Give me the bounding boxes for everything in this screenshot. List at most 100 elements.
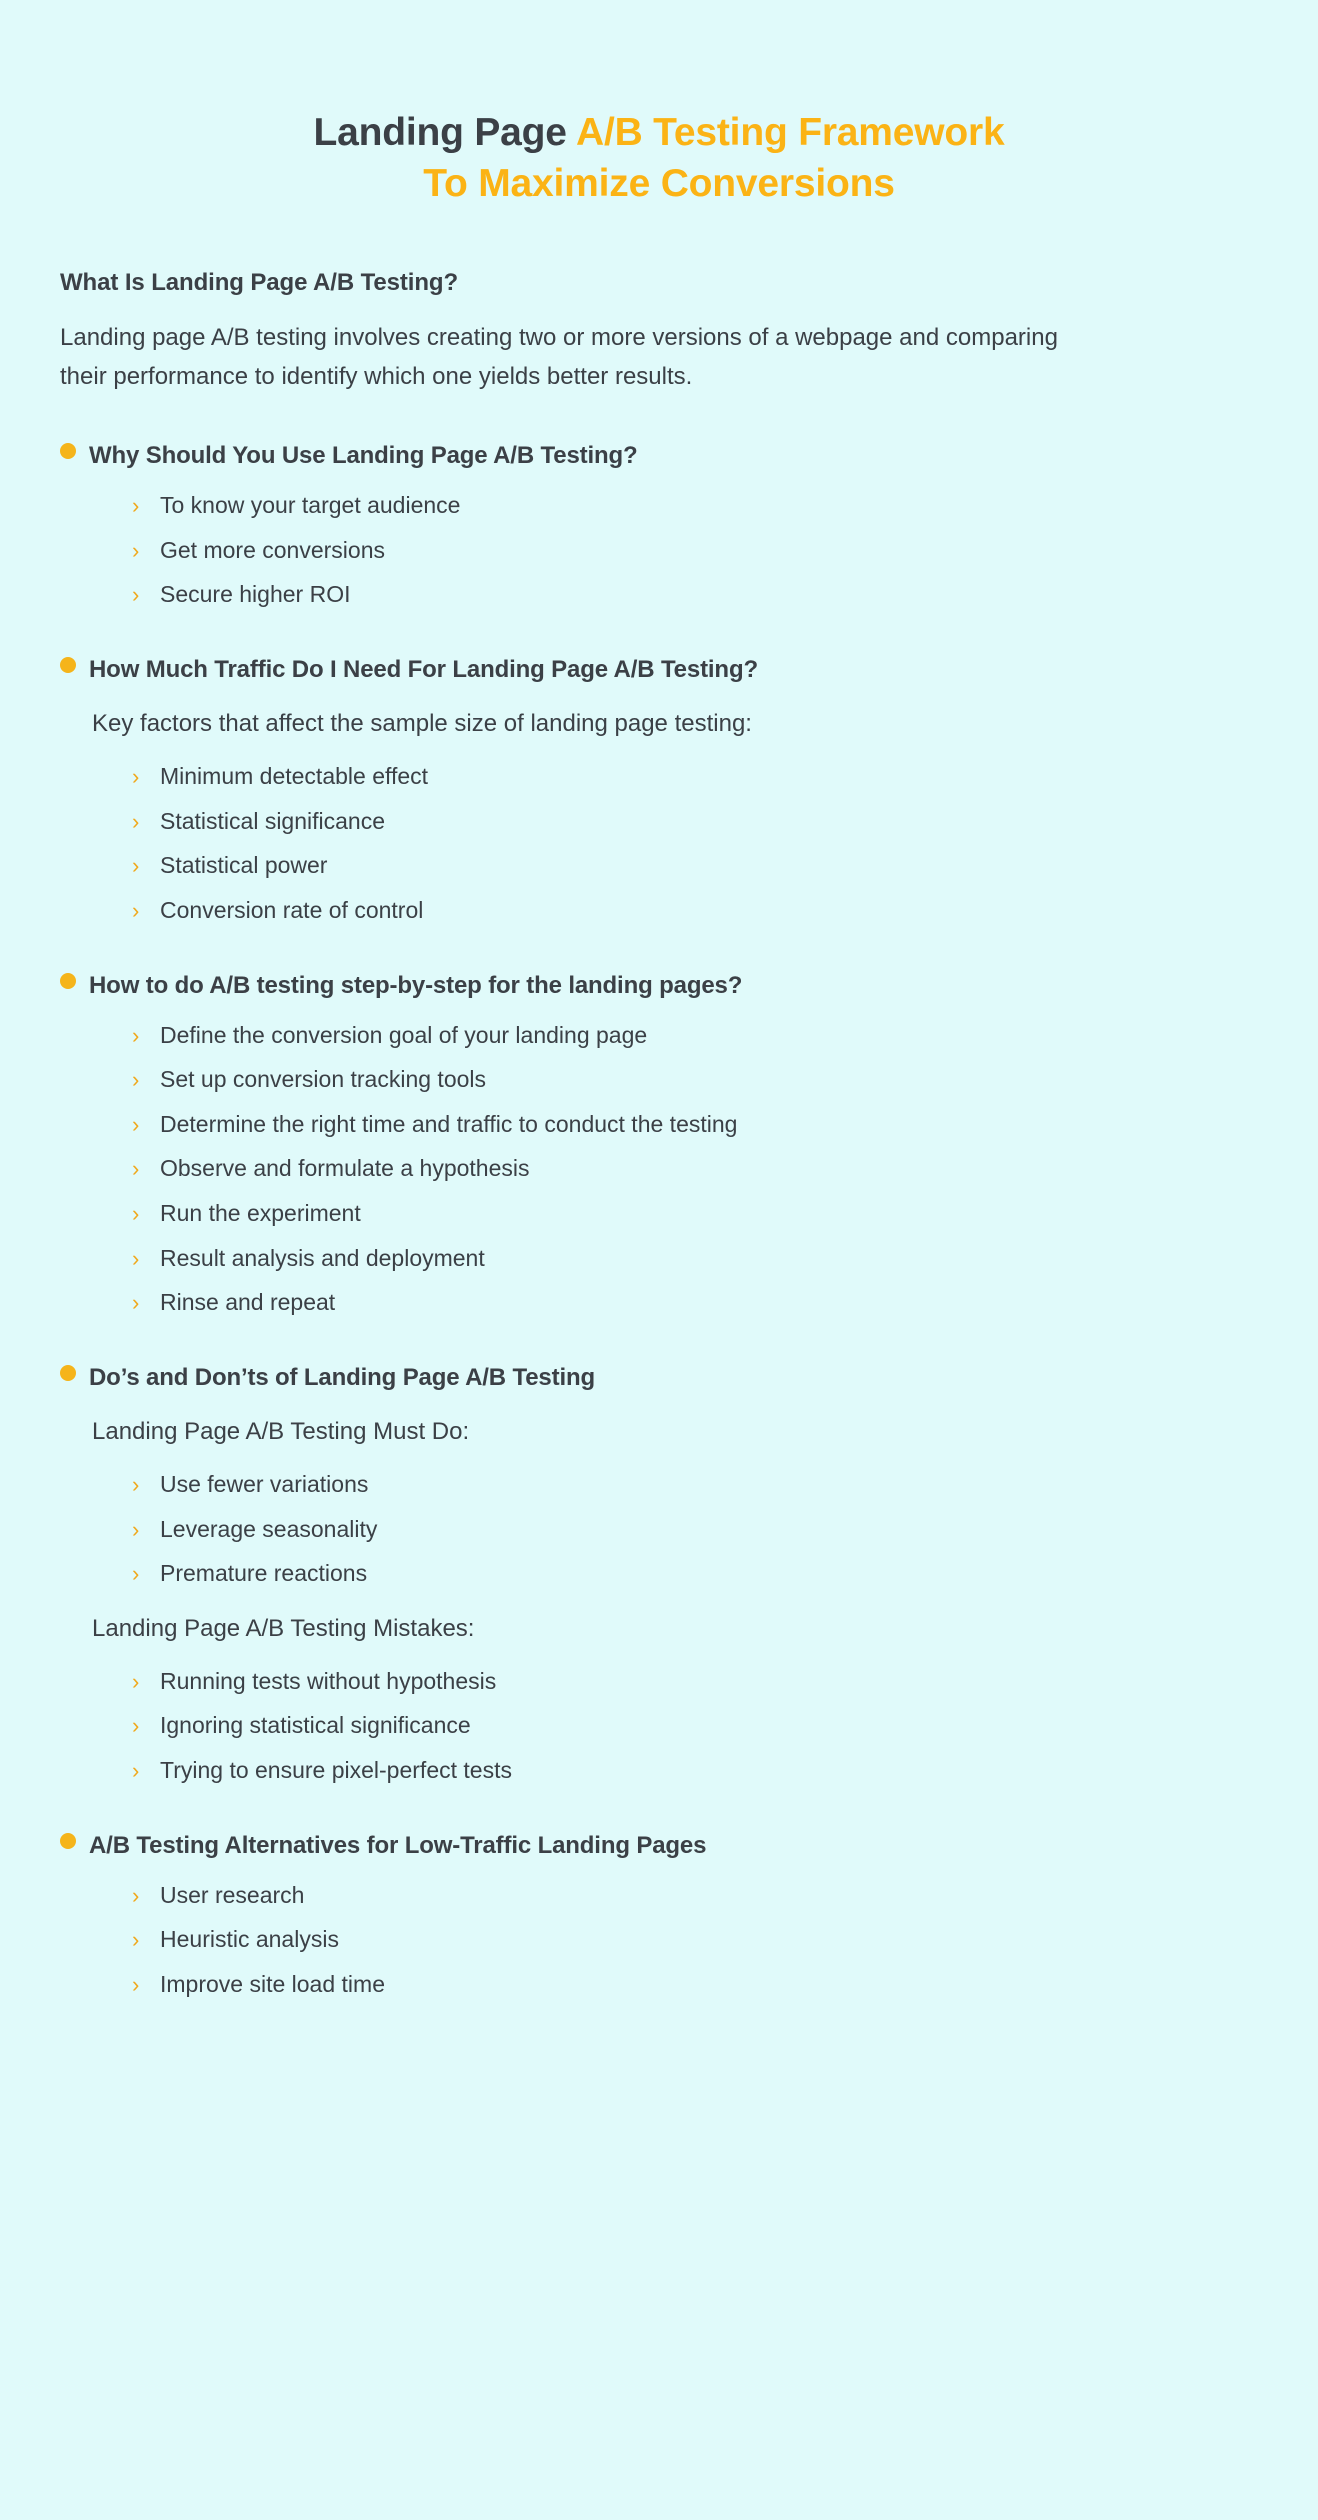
- list-item-label: Conversion rate of control: [160, 896, 424, 923]
- section-dos-and-donts: Do’s and Don’ts of Landing Page A/B Test…: [60, 1363, 1258, 1787]
- section-title: Do’s and Don’ts of Landing Page A/B Test…: [89, 1364, 595, 1392]
- list-item-label: Observe and formulate a hypothesis: [160, 1155, 530, 1182]
- chevron-right-icon: ›: [132, 1971, 140, 1997]
- chevron-right-icon: ›: [132, 1561, 140, 1587]
- chevron-right-icon: ›: [132, 537, 140, 563]
- chevron-right-icon: ›: [132, 1245, 140, 1271]
- list-item: › Statistical significance: [60, 805, 1258, 838]
- list-item: › To know your target audience: [60, 489, 1258, 522]
- list-item: › Improve site load time: [60, 1968, 1258, 2001]
- chevron-right-icon: ›: [132, 1668, 140, 1694]
- list-item-label: Minimum detectable effect: [160, 762, 429, 789]
- section-why-use: Why Should You Use Landing Page A/B Test…: [60, 441, 1258, 611]
- list-item-label: Running tests without hypothesis: [160, 1667, 497, 1694]
- section-title: How Much Traffic Do I Need For Landing P…: [89, 656, 758, 684]
- list-item-label: Statistical significance: [160, 807, 385, 834]
- chevron-right-icon: ›: [132, 808, 140, 834]
- section-note-mistakes: Landing Page A/B Testing Mistakes:: [92, 1614, 475, 1642]
- page-title: Landing Page A/B Testing Framework To Ma…: [0, 0, 1318, 209]
- title-part-accent: A/B Testing Framework: [575, 111, 1005, 154]
- list-item: › Rinse and repeat: [60, 1286, 1258, 1319]
- chevron-right-icon: ›: [132, 1290, 140, 1316]
- intro-paragraph: Landing page A/B testing involves creati…: [60, 324, 1058, 391]
- list-item-label: Statistical power: [160, 852, 328, 879]
- title-part-dark: Landing Page: [313, 111, 576, 154]
- bullet-dot-icon: [60, 657, 76, 674]
- bullet-dot-icon: [60, 1365, 76, 1382]
- chevron-right-icon: ›: [132, 1067, 140, 1093]
- chevron-right-icon: ›: [132, 1111, 140, 1137]
- list-item-label: Rinse and repeat: [160, 1289, 336, 1316]
- bullet-dot-icon: [60, 972, 76, 989]
- intro-block: What Is Landing Page A/B Testing? Landin…: [60, 269, 1258, 397]
- chevron-right-icon: ›: [132, 1156, 140, 1182]
- section-heading-row: How Much Traffic Do I Need For Landing P…: [60, 655, 1258, 685]
- chevron-right-icon: ›: [132, 1757, 140, 1783]
- list-item: › Determine the right time and traffic to…: [60, 1108, 1258, 1141]
- list-item: › Heuristic analysis: [60, 1923, 1258, 1956]
- section-item-list-must-do: › Use fewer variations › Leverage seasonal…: [60, 1468, 1258, 1590]
- list-item-label: Get more conversions: [160, 536, 385, 563]
- list-item-label: Heuristic analysis: [160, 1926, 339, 1953]
- section-item-list: › To know your target audience › Get more …: [60, 489, 1258, 611]
- section-note-must-do: Landing Page A/B Testing Must Do:: [92, 1418, 470, 1446]
- list-item-label: To know your target audience: [160, 492, 461, 519]
- bullet-dot-icon: [60, 1832, 76, 1849]
- list-item: › Premature reactions: [60, 1557, 1258, 1590]
- chevron-right-icon: ›: [132, 897, 140, 923]
- list-item: › Minimum detectable effect: [60, 760, 1258, 793]
- list-item: › Set up conversion tracking tools: [60, 1063, 1258, 1096]
- list-item: › Statistical power: [60, 849, 1258, 882]
- list-item: › Secure higher ROI: [60, 578, 1258, 611]
- content-body: What Is Landing Page A/B Testing? Landin…: [0, 269, 1318, 2000]
- list-item: › Trying to ensure pixel-perfect tests: [60, 1754, 1258, 1787]
- section-note: Key factors that affect the sample size …: [92, 710, 752, 738]
- list-item: › Get more conversions: [60, 534, 1258, 567]
- list-item-label: Premature reactions: [160, 1560, 368, 1587]
- list-item-label: Improve site load time: [160, 1970, 385, 1997]
- list-item-label: Determine the right time and traffic to …: [160, 1110, 738, 1137]
- title-line-1: Landing Page A/B Testing Framework: [0, 108, 1318, 159]
- section-item-list: › Define the conversion goal of your land…: [60, 1019, 1258, 1320]
- section-traffic-needed: How Much Traffic Do I Need For Landing P…: [60, 655, 1258, 926]
- section-heading-row: Why Should You Use Landing Page A/B Test…: [60, 441, 1258, 471]
- section-title: Why Should You Use Landing Page A/B Test…: [89, 442, 638, 470]
- section-alternatives: A/B Testing Alternatives for Low-Traffic…: [60, 1831, 1258, 2001]
- list-item: › Running tests without hypothesis: [60, 1665, 1258, 1698]
- title-line-2-text: To Maximize Conversions: [423, 161, 895, 205]
- section-heading-row: Do’s and Don’ts of Landing Page A/B Test…: [60, 1363, 1258, 1393]
- title-line-2: To Maximize Conversions: [0, 159, 1318, 210]
- list-item-label: Leverage seasonality: [160, 1515, 378, 1542]
- list-item-label: Set up conversion tracking tools: [160, 1066, 487, 1093]
- infographic-page: Landing Page A/B Testing Framework To Ma…: [0, 0, 1318, 2520]
- section-heading-row: A/B Testing Alternatives for Low-Traffic…: [60, 1831, 1258, 1861]
- list-item: › Observe and formulate a hypothesis: [60, 1152, 1258, 1185]
- chevron-right-icon: ›: [132, 763, 140, 789]
- chevron-right-icon: ›: [132, 493, 140, 519]
- list-item: › Leverage seasonality: [60, 1513, 1258, 1546]
- section-title: How to do A/B testing step-by-step for t…: [89, 971, 743, 999]
- chevron-right-icon: ›: [132, 1882, 140, 1908]
- chevron-right-icon: ›: [132, 853, 140, 879]
- bullet-dot-icon: [60, 443, 76, 460]
- list-item: › Result analysis and deployment: [60, 1242, 1258, 1275]
- chevron-right-icon: ›: [132, 1201, 140, 1227]
- chevron-right-icon: ›: [132, 1927, 140, 1953]
- list-item: › User research: [60, 1879, 1258, 1912]
- list-item: › Run the experiment: [60, 1197, 1258, 1230]
- list-item-label: Trying to ensure pixel-perfect tests: [160, 1756, 512, 1783]
- list-item-label: Secure higher ROI: [160, 581, 351, 608]
- list-item-label: Ignoring statistical significance: [160, 1712, 471, 1739]
- section-title: A/B Testing Alternatives for Low-Traffic…: [89, 1831, 707, 1859]
- chevron-right-icon: ›: [132, 1471, 140, 1497]
- intro-heading: What Is Landing Page A/B Testing?: [60, 269, 459, 297]
- list-item: › Define the conversion goal of your land…: [60, 1019, 1258, 1052]
- list-item-label: Define the conversion goal of your landi…: [160, 1021, 648, 1048]
- chevron-right-icon: ›: [132, 1713, 140, 1739]
- list-item-label: Use fewer variations: [160, 1470, 369, 1497]
- section-step-by-step: How to do A/B testing step-by-step for t…: [60, 971, 1258, 1320]
- chevron-right-icon: ›: [132, 582, 140, 608]
- section-item-list: › Minimum detectable effect › Statistical …: [60, 760, 1258, 927]
- list-item: › Use fewer variations: [60, 1468, 1258, 1501]
- list-item: › Ignoring statistical significance: [60, 1709, 1258, 1742]
